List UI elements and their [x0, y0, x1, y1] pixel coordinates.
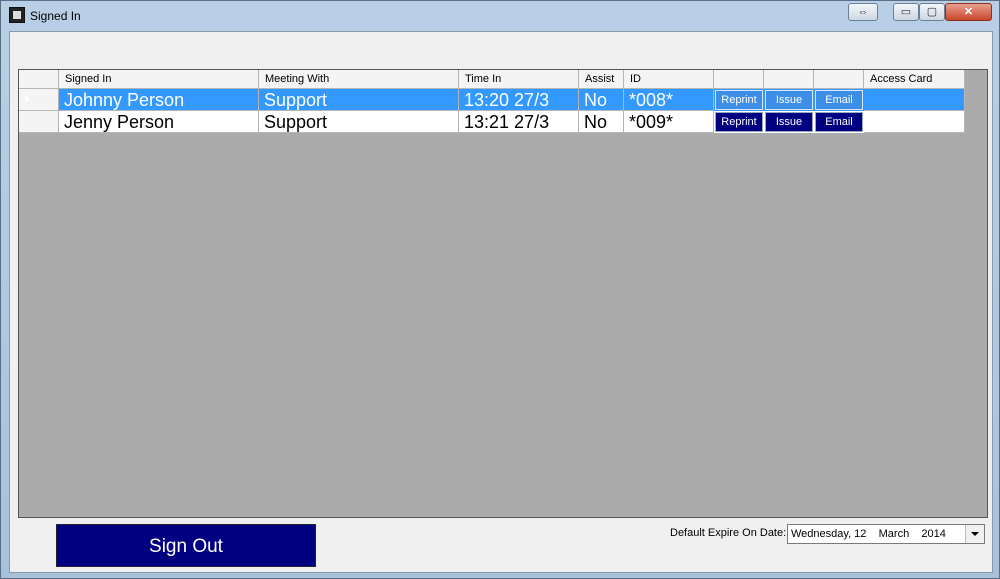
cell-time-in[interactable]: 13:21 27/3	[459, 111, 579, 133]
issue-button[interactable]: Issue	[765, 90, 813, 110]
column-header-time-in[interactable]: Time In	[459, 70, 579, 88]
window-title: Signed In	[30, 9, 81, 23]
current-row-arrow-icon	[25, 95, 30, 103]
column-header-reprint[interactable]	[714, 70, 764, 88]
cell-id[interactable]: *008*	[624, 89, 714, 111]
default-expire-label: Default Expire On Date:	[670, 527, 787, 539]
table-row[interactable]: Jenny Person Support 13:21 27/3 No *009*…	[19, 111, 965, 133]
cell-assist[interactable]: No	[579, 89, 624, 111]
cell-time-in[interactable]: 13:20 27/3	[459, 89, 579, 111]
dropdown-arrow-icon[interactable]	[965, 525, 984, 543]
reprint-button[interactable]: Reprint	[715, 112, 763, 132]
expire-date-value[interactable]: Wednesday, 12 March 2014	[791, 528, 946, 540]
cell-access-card[interactable]	[864, 111, 965, 133]
cell-meeting-with[interactable]: Support	[259, 111, 459, 133]
cell-signed-in[interactable]: Jenny Person	[59, 111, 259, 133]
column-header-access-card[interactable]: Access Card	[864, 70, 965, 88]
expire-date-picker[interactable]: Wednesday, 12 March 2014	[787, 524, 985, 544]
app-icon	[9, 7, 25, 23]
resize-button[interactable]: ⇔	[848, 3, 878, 21]
column-header-issue[interactable]	[764, 70, 814, 88]
column-header-id[interactable]: ID	[624, 70, 714, 88]
issue-button[interactable]: Issue	[765, 112, 813, 132]
title-bar[interactable]: Signed In ⇔ ▭ ▢ ✕	[1, 1, 999, 31]
column-header-email[interactable]	[814, 70, 864, 88]
sign-out-button[interactable]: Sign Out	[56, 524, 316, 567]
email-button[interactable]: Email	[815, 90, 863, 110]
client-area: Signed In Meeting With Time In Assist ID…	[9, 31, 993, 573]
close-button[interactable]: ✕	[945, 3, 992, 21]
column-header-assist[interactable]: Assist	[579, 70, 624, 88]
maximize-button[interactable]: ▢	[919, 3, 945, 21]
row-header-corner	[19, 70, 59, 88]
cell-meeting-with[interactable]: Support	[259, 89, 459, 111]
column-header-meeting-with[interactable]: Meeting With	[259, 70, 459, 88]
reprint-button[interactable]: Reprint	[715, 90, 763, 110]
signed-in-grid[interactable]: Signed In Meeting With Time In Assist ID…	[18, 69, 988, 518]
cell-assist[interactable]: No	[579, 111, 624, 133]
email-button[interactable]: Email	[815, 112, 863, 132]
cell-id[interactable]: *009*	[624, 111, 714, 133]
signed-in-window: Signed In ⇔ ▭ ▢ ✕ Signed In Meeting With…	[0, 0, 1000, 579]
row-header[interactable]	[19, 111, 59, 133]
cell-signed-in[interactable]: Johnny Person	[59, 89, 259, 111]
table-row[interactable]: Johnny Person Support 13:20 27/3 No *008…	[19, 89, 965, 111]
minimize-button[interactable]: ▭	[893, 3, 919, 21]
row-header[interactable]	[19, 89, 59, 111]
column-header-signed-in[interactable]: Signed In	[59, 70, 259, 88]
grid-header: Signed In Meeting With Time In Assist ID…	[19, 70, 965, 89]
cell-access-card[interactable]	[864, 89, 965, 111]
